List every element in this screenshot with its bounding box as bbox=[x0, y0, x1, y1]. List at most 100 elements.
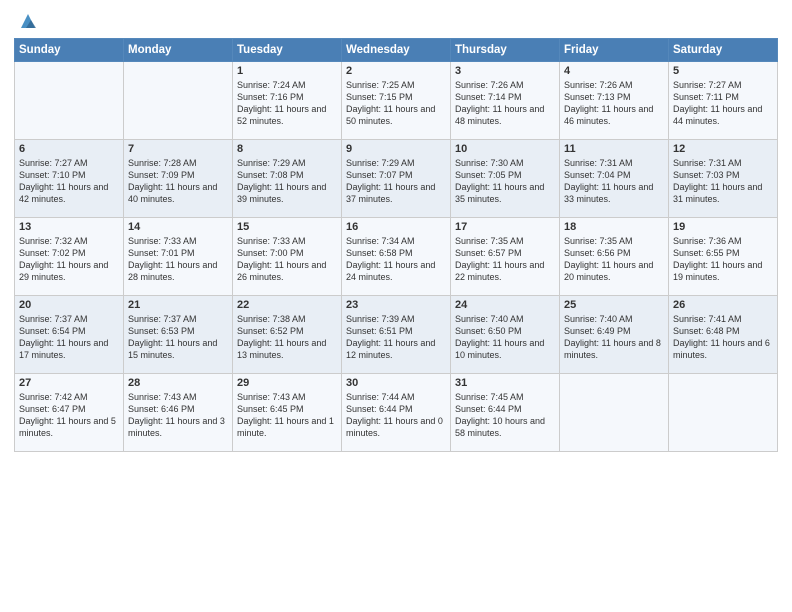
day-number: 22 bbox=[237, 299, 337, 311]
day-cell: 24Sunrise: 7:40 AM Sunset: 6:50 PM Dayli… bbox=[451, 296, 560, 374]
day-cell bbox=[669, 374, 778, 452]
day-info: Sunrise: 7:36 AM Sunset: 6:55 PM Dayligh… bbox=[673, 235, 773, 284]
day-number: 29 bbox=[237, 377, 337, 389]
day-cell: 17 Sunrise: 7:35 AM Sunset: 6:57 PM Dayli… bbox=[451, 218, 560, 296]
day-number: 18 bbox=[564, 221, 664, 233]
day-cell: 5 Sunrise: 7:27 AM Sunset: 7:11 PM Daylig… bbox=[669, 62, 778, 140]
week-row-5: 27Sunrise: 7:42 AM Sunset: 6:47 PM Dayli… bbox=[15, 374, 778, 452]
weekday-header-wednesday: Wednesday bbox=[342, 39, 451, 62]
day-cell: 10 Sunrise: 7:30 AM Sunset: 7:05 PM Dayli… bbox=[451, 140, 560, 218]
day-number: 3 bbox=[455, 65, 555, 77]
day-cell: 14 Sunrise: 7:33 AM Sunset: 7:01 PM Dayli… bbox=[124, 218, 233, 296]
day-number: 15 bbox=[237, 221, 337, 233]
weekday-header-tuesday: Tuesday bbox=[233, 39, 342, 62]
day-cell: 29Sunrise: 7:43 AM Sunset: 6:45 PM Dayli… bbox=[233, 374, 342, 452]
weekday-header-row: SundayMondayTuesdayWednesdayThursdayFrid… bbox=[15, 39, 778, 62]
day-number: 14 bbox=[128, 221, 228, 233]
day-info: Sunrise: 7:42 AM Sunset: 6:47 PM Dayligh… bbox=[19, 391, 119, 440]
day-info: Sunrise: 7:25 AM Sunset: 7:15 PM Dayligh… bbox=[346, 79, 446, 128]
day-number: 21 bbox=[128, 299, 228, 311]
day-info: Sunrise: 7:29 AM Sunset: 7:08 PM Dayligh… bbox=[237, 157, 337, 206]
day-cell: 3 Sunrise: 7:26 AM Sunset: 7:14 PM Daylig… bbox=[451, 62, 560, 140]
day-info: Sunrise: 7:43 AM Sunset: 6:46 PM Dayligh… bbox=[128, 391, 228, 440]
day-cell: 6Sunrise: 7:27 AM Sunset: 7:10 PM Daylig… bbox=[15, 140, 124, 218]
day-cell: 25 Sunrise: 7:40 AM Sunset: 6:49 PM Dayli… bbox=[560, 296, 669, 374]
day-number: 12 bbox=[673, 143, 773, 155]
day-cell: 30Sunrise: 7:44 AM Sunset: 6:44 PM Dayli… bbox=[342, 374, 451, 452]
day-number: 4 bbox=[564, 65, 664, 77]
day-cell: 21 Sunrise: 7:37 AM Sunset: 6:53 PM Dayli… bbox=[124, 296, 233, 374]
day-info: Sunrise: 7:39 AM Sunset: 6:51 PM Dayligh… bbox=[346, 313, 446, 362]
day-number: 26 bbox=[673, 299, 773, 311]
weekday-header-sunday: Sunday bbox=[15, 39, 124, 62]
calendar: SundayMondayTuesdayWednesdayThursdayFrid… bbox=[14, 38, 778, 452]
day-number: 30 bbox=[346, 377, 446, 389]
day-cell: 7 Sunrise: 7:28 AM Sunset: 7:09 PM Daylig… bbox=[124, 140, 233, 218]
day-cell: 27Sunrise: 7:42 AM Sunset: 6:47 PM Dayli… bbox=[15, 374, 124, 452]
day-info: Sunrise: 7:33 AM Sunset: 7:00 PM Dayligh… bbox=[237, 235, 337, 284]
day-info: Sunrise: 7:28 AM Sunset: 7:09 PM Dayligh… bbox=[128, 157, 228, 206]
day-cell: 2 Sunrise: 7:25 AM Sunset: 7:15 PM Daylig… bbox=[342, 62, 451, 140]
day-number: 11 bbox=[564, 143, 664, 155]
day-cell bbox=[15, 62, 124, 140]
day-info: Sunrise: 7:24 AM Sunset: 7:16 PM Dayligh… bbox=[237, 79, 337, 128]
day-number: 7 bbox=[128, 143, 228, 155]
day-cell: 12 Sunrise: 7:31 AM Sunset: 7:03 PM Dayli… bbox=[669, 140, 778, 218]
weekday-header-friday: Friday bbox=[560, 39, 669, 62]
day-number: 16 bbox=[346, 221, 446, 233]
day-info: Sunrise: 7:34 AM Sunset: 6:58 PM Dayligh… bbox=[346, 235, 446, 284]
logo-icon bbox=[17, 10, 39, 32]
day-info: Sunrise: 7:38 AM Sunset: 6:52 PM Dayligh… bbox=[237, 313, 337, 362]
day-number: 25 bbox=[564, 299, 664, 311]
day-info: Sunrise: 7:30 AM Sunset: 7:05 PM Dayligh… bbox=[455, 157, 555, 206]
day-number: 1 bbox=[237, 65, 337, 77]
day-number: 31 bbox=[455, 377, 555, 389]
week-row-2: 6Sunrise: 7:27 AM Sunset: 7:10 PM Daylig… bbox=[15, 140, 778, 218]
day-cell: 23Sunrise: 7:39 AM Sunset: 6:51 PM Dayli… bbox=[342, 296, 451, 374]
day-cell: 13Sunrise: 7:32 AM Sunset: 7:02 PM Dayli… bbox=[15, 218, 124, 296]
day-cell: 18 Sunrise: 7:35 AM Sunset: 6:56 PM Dayli… bbox=[560, 218, 669, 296]
day-cell: 15 Sunrise: 7:33 AM Sunset: 7:00 PM Dayli… bbox=[233, 218, 342, 296]
day-number: 19 bbox=[673, 221, 773, 233]
day-cell: 9 Sunrise: 7:29 AM Sunset: 7:07 PM Daylig… bbox=[342, 140, 451, 218]
day-info: Sunrise: 7:37 AM Sunset: 6:53 PM Dayligh… bbox=[128, 313, 228, 362]
day-info: Sunrise: 7:27 AM Sunset: 7:11 PM Dayligh… bbox=[673, 79, 773, 128]
day-info: Sunrise: 7:41 AM Sunset: 6:48 PM Dayligh… bbox=[673, 313, 773, 362]
day-cell: 1 Sunrise: 7:24 AM Sunset: 7:16 PM Daylig… bbox=[233, 62, 342, 140]
logo bbox=[14, 10, 39, 30]
day-info: Sunrise: 7:40 AM Sunset: 6:49 PM Dayligh… bbox=[564, 313, 664, 362]
day-info: Sunrise: 7:33 AM Sunset: 7:01 PM Dayligh… bbox=[128, 235, 228, 284]
day-info: Sunrise: 7:31 AM Sunset: 7:04 PM Dayligh… bbox=[564, 157, 664, 206]
day-number: 8 bbox=[237, 143, 337, 155]
day-cell: 4 Sunrise: 7:26 AM Sunset: 7:13 PM Daylig… bbox=[560, 62, 669, 140]
day-info: Sunrise: 7:32 AM Sunset: 7:02 PM Dayligh… bbox=[19, 235, 119, 284]
day-info: Sunrise: 7:26 AM Sunset: 7:13 PM Dayligh… bbox=[564, 79, 664, 128]
day-cell bbox=[560, 374, 669, 452]
day-cell: 28 Sunrise: 7:43 AM Sunset: 6:46 PM Dayli… bbox=[124, 374, 233, 452]
day-number: 17 bbox=[455, 221, 555, 233]
day-info: Sunrise: 7:35 AM Sunset: 6:57 PM Dayligh… bbox=[455, 235, 555, 284]
week-row-4: 20Sunrise: 7:37 AM Sunset: 6:54 PM Dayli… bbox=[15, 296, 778, 374]
day-cell: 16 Sunrise: 7:34 AM Sunset: 6:58 PM Dayli… bbox=[342, 218, 451, 296]
day-info: Sunrise: 7:27 AM Sunset: 7:10 PM Dayligh… bbox=[19, 157, 119, 206]
day-cell: 11 Sunrise: 7:31 AM Sunset: 7:04 PM Dayli… bbox=[560, 140, 669, 218]
day-cell: 20Sunrise: 7:37 AM Sunset: 6:54 PM Dayli… bbox=[15, 296, 124, 374]
day-number: 9 bbox=[346, 143, 446, 155]
day-info: Sunrise: 7:31 AM Sunset: 7:03 PM Dayligh… bbox=[673, 157, 773, 206]
day-info: Sunrise: 7:35 AM Sunset: 6:56 PM Dayligh… bbox=[564, 235, 664, 284]
day-cell: 8 Sunrise: 7:29 AM Sunset: 7:08 PM Daylig… bbox=[233, 140, 342, 218]
week-row-1: 1 Sunrise: 7:24 AM Sunset: 7:16 PM Daylig… bbox=[15, 62, 778, 140]
day-number: 2 bbox=[346, 65, 446, 77]
day-info: Sunrise: 7:45 AM Sunset: 6:44 PM Dayligh… bbox=[455, 391, 555, 440]
header bbox=[14, 10, 778, 30]
day-number: 28 bbox=[128, 377, 228, 389]
day-number: 5 bbox=[673, 65, 773, 77]
week-row-3: 13Sunrise: 7:32 AM Sunset: 7:02 PM Dayli… bbox=[15, 218, 778, 296]
day-info: Sunrise: 7:26 AM Sunset: 7:14 PM Dayligh… bbox=[455, 79, 555, 128]
day-number: 10 bbox=[455, 143, 555, 155]
page: SundayMondayTuesdayWednesdayThursdayFrid… bbox=[0, 0, 792, 612]
day-cell bbox=[124, 62, 233, 140]
day-info: Sunrise: 7:29 AM Sunset: 7:07 PM Dayligh… bbox=[346, 157, 446, 206]
day-cell: 19 Sunrise: 7:36 AM Sunset: 6:55 PM Dayli… bbox=[669, 218, 778, 296]
weekday-header-monday: Monday bbox=[124, 39, 233, 62]
